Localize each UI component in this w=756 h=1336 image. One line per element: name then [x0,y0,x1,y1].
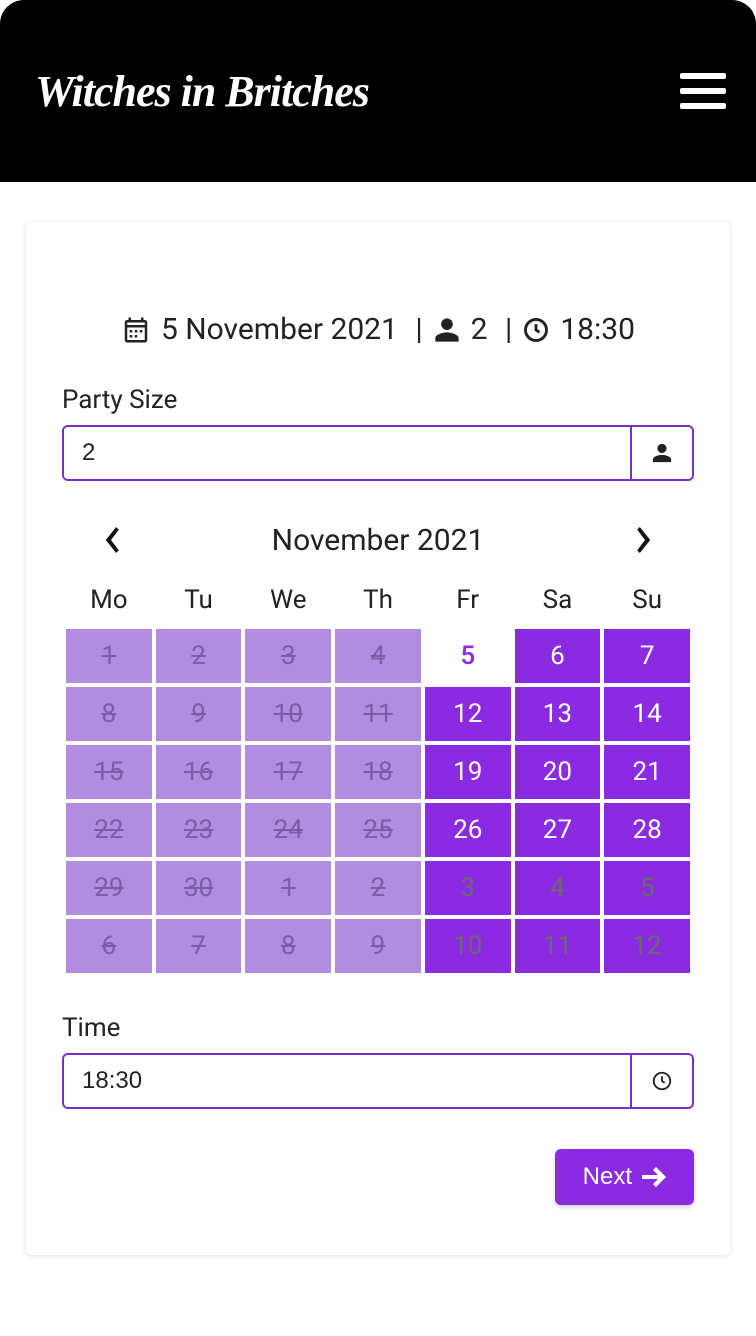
next-button[interactable]: Next [555,1149,694,1205]
calendar: November 2021 MoTuWeThFrSaSu123456789101… [62,511,694,973]
calendar-dow: Su [604,579,690,625]
app-header: Witches in Britches [0,0,756,182]
calendar-day[interactable]: 14 [604,687,690,741]
calendar-day: 30 [156,861,242,915]
booking-card: 5 November 2021 | 2 | 18:30 Party Size [26,222,730,1255]
calendar-day[interactable]: 10 [425,919,511,973]
clock-icon [630,1055,692,1107]
time-input[interactable] [64,1055,630,1107]
summary-date: 5 November 2021 [161,312,398,347]
clock-icon [522,316,550,344]
calendar-day: 9 [156,687,242,741]
calendar-day: 23 [156,803,242,857]
calendar-day: 29 [66,861,152,915]
calendar-dow: Fr [425,579,511,625]
calendar-day: 8 [66,687,152,741]
next-button-label: Next [583,1163,632,1191]
person-icon [630,427,692,479]
calendar-dow: We [245,579,331,625]
calendar-day: 24 [245,803,331,857]
calendar-day[interactable]: 20 [515,745,601,799]
calendar-day[interactable]: 4 [515,861,601,915]
calendar-day[interactable]: 6 [515,629,601,683]
brand-logo: Witches in Britches [35,66,369,117]
calendar-day: 9 [335,919,421,973]
calendar-day: 1 [66,629,152,683]
calendar-day[interactable]: 7 [604,629,690,683]
calendar-day[interactable]: 21 [604,745,690,799]
calendar-day[interactable]: 3 [425,861,511,915]
calendar-day[interactable]: 19 [425,745,511,799]
calendar-day: 8 [245,919,331,973]
calendar-day[interactable]: 5 [604,861,690,915]
calendar-day: 16 [156,745,242,799]
calendar-dow: Tu [156,579,242,625]
summary-time: 18:30 [560,312,635,347]
calendar-day: 4 [335,629,421,683]
calendar-day: 1 [245,861,331,915]
calendar-day[interactable]: 13 [515,687,601,741]
next-month-button[interactable] [626,521,664,559]
calendar-day: 17 [245,745,331,799]
calendar-day: 2 [335,861,421,915]
calendar-day[interactable]: 11 [515,919,601,973]
calendar-dow: Th [335,579,421,625]
party-size-input[interactable] [64,427,630,479]
party-size-field [62,425,694,481]
calendar-grid: MoTuWeThFrSaSu12345678910111213141516171… [62,579,694,973]
arrow-right-icon [642,1167,666,1187]
booking-summary: 5 November 2021 | 2 | 18:30 [62,312,694,347]
calendar-day[interactable]: 12 [604,919,690,973]
time-field [62,1053,694,1109]
separator: | [498,312,513,347]
calendar-title: November 2021 [272,523,485,558]
calendar-dow: Sa [515,579,601,625]
calendar-day[interactable]: 26 [425,803,511,857]
calendar-day[interactable]: 28 [604,803,690,857]
prev-month-button[interactable] [92,521,130,559]
calendar-day[interactable]: 12 [425,687,511,741]
calendar-day: 10 [245,687,331,741]
summary-party: 2 [471,312,488,347]
calendar-day: 7 [156,919,242,973]
hamburger-icon [680,73,726,79]
calendar-day: 3 [245,629,331,683]
separator: | [408,312,423,347]
calendar-dow: Mo [66,579,152,625]
calendar-day: 25 [335,803,421,857]
calendar-day: 2 [156,629,242,683]
calendar-day: 22 [66,803,152,857]
calendar-day: 15 [66,745,152,799]
calendar-day[interactable]: 27 [515,803,601,857]
menu-button[interactable] [680,73,726,109]
time-label: Time [62,1013,694,1043]
calendar-day: 11 [335,687,421,741]
calendar-icon [121,315,151,345]
party-size-label: Party Size [62,385,694,415]
person-icon [433,316,461,344]
calendar-day: 18 [335,745,421,799]
calendar-day[interactable]: 5 [425,629,511,683]
calendar-day: 6 [66,919,152,973]
